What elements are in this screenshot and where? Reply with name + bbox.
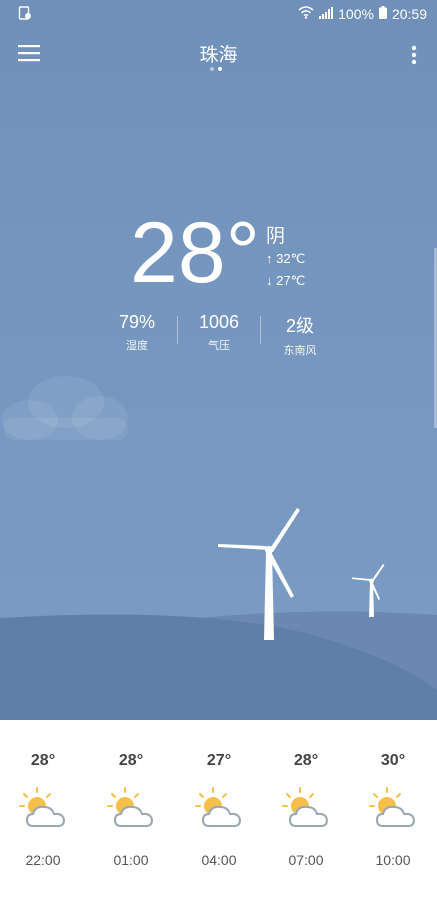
forecast-time: 10:00 — [375, 852, 411, 868]
humidity-label: 湿度 — [126, 340, 148, 352]
current-temperature: 28° — [130, 205, 261, 301]
arrow-down-icon: ↓ — [266, 273, 273, 288]
forecast-temp: 30° — [380, 752, 406, 769]
cloud-decoration — [2, 376, 128, 440]
weather-hero: 100% 20:59 珠海 28° 阴 ↑ 32℃ ↓ 27℃ 79% 湿度 1… — [0, 0, 437, 720]
forecast-time: 07:00 — [288, 852, 324, 868]
pressure-label: 气压 — [208, 340, 230, 352]
partly-cloudy-icon — [19, 787, 66, 827]
city-name[interactable]: 珠海 — [0, 40, 437, 67]
forecast-time: 22:00 — [25, 852, 61, 868]
page-indicator — [210, 67, 222, 71]
battery-percent: 100% — [338, 6, 374, 22]
pressure-stat: 1006 气压 — [179, 312, 259, 353]
signal-icon — [319, 6, 334, 22]
more-vertical-icon — [411, 45, 417, 65]
page-dot — [210, 67, 214, 71]
forecast-time: 04:00 — [201, 852, 237, 868]
battery-icon — [378, 6, 387, 22]
partly-cloudy-icon — [369, 787, 416, 827]
low-temperature-value: 27℃ — [276, 273, 306, 288]
low-temperature: ↓ 27℃ — [266, 273, 305, 289]
status-bar: 100% 20:59 — [0, 0, 437, 28]
humidity-value: 79% — [118, 312, 156, 332]
weather-condition: 阴 — [266, 226, 286, 247]
high-temperature-value: 32℃ — [276, 251, 306, 266]
high-temperature: ↑ 32℃ — [266, 251, 305, 267]
arrow-up-icon: ↑ — [266, 251, 273, 266]
forecast-temp: 27° — [206, 752, 232, 769]
page-dot-active — [218, 67, 222, 71]
landscape-illustration — [0, 376, 437, 720]
wind-stat: 2级 东南风 — [260, 312, 340, 358]
pressure-value: 1006 — [198, 312, 240, 332]
humidity-stat: 79% 湿度 — [97, 312, 177, 353]
wifi-icon — [298, 6, 314, 22]
hourly-forecast[interactable]: 28° 22:00 28° 01:00 27° 04:00 28° 07:00 … — [0, 720, 437, 900]
partly-cloudy-icon — [282, 787, 329, 827]
wind-value: 2级 — [285, 316, 314, 336]
clock: 20:59 — [391, 6, 427, 22]
partly-cloudy-icon — [107, 787, 154, 827]
forecast-temp: 28° — [293, 752, 319, 769]
partly-cloudy-icon — [195, 787, 242, 827]
forecast-temp: 28° — [118, 752, 144, 769]
windmill-small — [352, 564, 385, 617]
more-options-button[interactable] — [411, 45, 419, 67]
forecast-temp: 28° — [30, 752, 56, 769]
forecast-time: 01:00 — [113, 852, 149, 868]
wind-label: 东南风 — [283, 345, 317, 357]
stat-divider — [177, 316, 178, 344]
screenshot-notification-icon — [18, 6, 32, 23]
